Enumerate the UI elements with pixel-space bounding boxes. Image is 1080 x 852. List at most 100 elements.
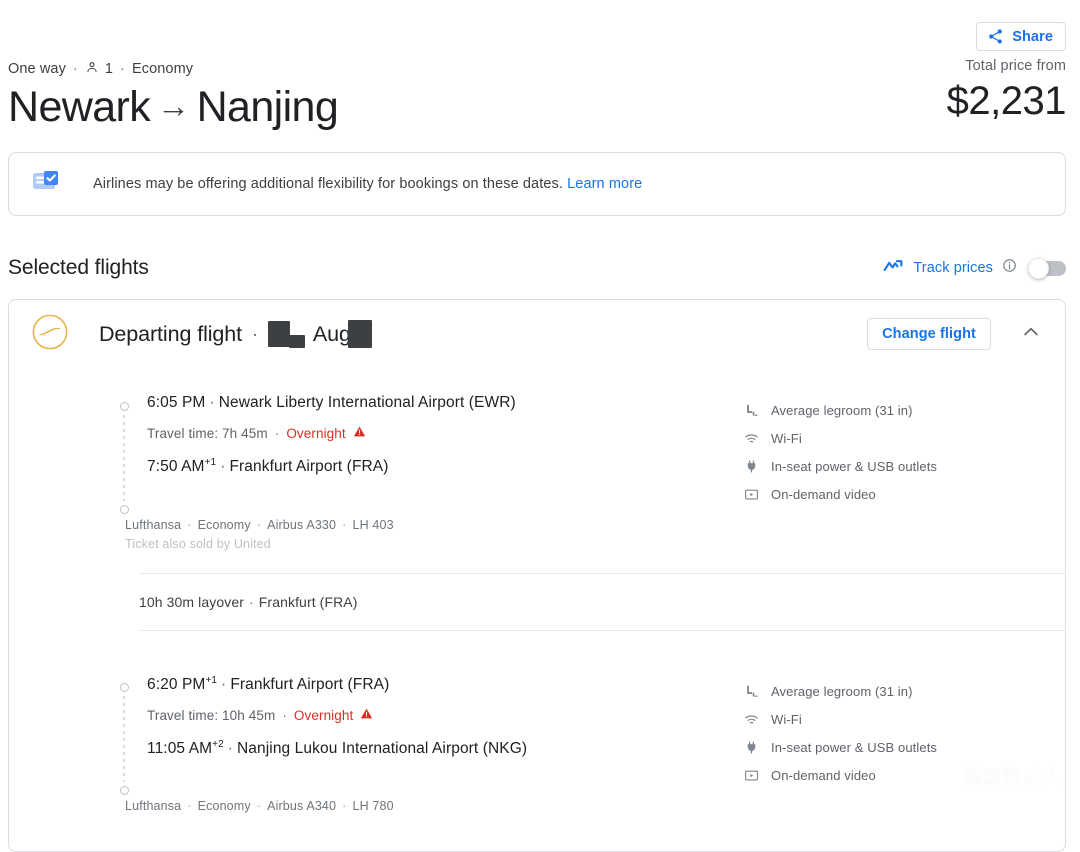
segment-body: 6:20 PM+1 · Frankfurt Airport (FRA) Travel…	[135, 675, 743, 795]
lufthansa-crane-logo	[31, 313, 69, 356]
wifi-icon	[743, 431, 760, 446]
segment-amenities: Average legroom (31 in) Wi-Fi In-seat po…	[743, 675, 1043, 795]
segment-amenities: Average legroom (31 in) Wi-Fi In-seat po…	[743, 394, 1043, 514]
segment-subnote: Ticket also sold by United	[125, 537, 271, 551]
amenity-label: On-demand video	[771, 486, 876, 502]
timeline-line	[123, 696, 125, 782]
segment-departure: 6:20 PM+1 · Frankfurt Airport (FRA)	[147, 675, 390, 694]
change-flight-button[interactable]: Change flight	[867, 318, 991, 350]
timeline-dot-arrive	[119, 786, 129, 795]
arrival-time: 7:50 AM	[147, 458, 205, 476]
segment-timeline	[113, 675, 135, 795]
departing-flight-title: Departing flight · Aug	[99, 320, 372, 348]
departure-day-offset: +1	[205, 675, 218, 686]
amenity-wifi: Wi-Fi	[743, 711, 1043, 727]
segment-airline-info: Lufthansa · Economy · Airbus A340 · LH 780	[125, 799, 394, 813]
track-prices-toggle[interactable]	[1028, 257, 1066, 279]
origin-city: Newark	[8, 83, 151, 131]
flight-date-redacted: Aug	[267, 320, 372, 348]
layover-duration: 10h 30m layover	[139, 594, 245, 610]
share-button[interactable]: Share	[976, 22, 1066, 51]
ticket-check-icon	[31, 168, 65, 201]
segment-left: 6:05 PM · Newark Liberty International Air…	[31, 394, 743, 514]
amenity-label: In-seat power & USB outlets	[771, 739, 937, 755]
wifi-icon	[743, 712, 760, 727]
flexibility-banner-text: Airlines may be offering additional flex…	[93, 176, 642, 192]
departure-time: 6:20 PM	[147, 676, 206, 694]
segment-left: 6:20 PM+1 · Frankfurt Airport (FRA) Travel…	[31, 675, 743, 795]
layover-location: Frankfurt (FRA)	[258, 594, 358, 610]
toggle-knob	[1028, 257, 1049, 279]
trip-type-label: One way	[8, 61, 66, 77]
travel-time: Travel time: 7h 45m	[147, 425, 268, 441]
amenity-label: Average legroom (31 in)	[771, 683, 913, 699]
flight-segment: 6:05 PM · Newark Liberty International Air…	[9, 350, 1065, 514]
amenity-video: On-demand video	[743, 486, 1043, 502]
travel-separator: ·	[282, 707, 287, 723]
title-separator: ·	[252, 323, 258, 344]
flight-card-header-actions: Change flight	[867, 318, 1049, 350]
info-icon[interactable]	[1002, 258, 1017, 278]
arrival-time: 11:05 AM	[147, 740, 213, 758]
arrival-day-offset: +2	[212, 739, 224, 751]
passenger-count: 1	[104, 61, 114, 77]
airline-name: Lufthansa	[125, 518, 182, 532]
chevron-up-icon[interactable]	[1021, 322, 1049, 347]
warning-triangle-icon	[360, 707, 373, 723]
arrival-airport: Frankfurt Airport (FRA)	[229, 458, 389, 476]
timeline-line	[123, 415, 125, 501]
video-screen-icon	[743, 487, 760, 502]
aircraft-type: Airbus A340	[267, 799, 337, 813]
learn-more-link[interactable]: Learn more	[567, 176, 642, 192]
destination-city: Nanjing	[196, 83, 339, 131]
person-icon	[85, 60, 99, 78]
selected-flights-title: Selected flights	[8, 256, 149, 279]
trip-header: One way · 1 · Economy Newark → Nanjing Tot…	[8, 58, 1067, 133]
amenity-label: In-seat power & USB outlets	[771, 458, 937, 474]
departure-time: 6:05 PM	[147, 394, 206, 411]
video-screen-icon	[743, 768, 760, 783]
segment-body: 6:05 PM · Newark Liberty International Air…	[135, 394, 743, 514]
power-plug-icon	[743, 740, 760, 755]
travel-time: Travel time: 10h 45m	[147, 707, 276, 723]
segment-arrival: 7:50 AM+1 · Frankfurt Airport (FRA)	[147, 457, 389, 476]
timeline-dot-depart	[119, 402, 129, 411]
departure-airport: Frankfurt Airport (FRA)	[230, 676, 390, 694]
power-plug-icon	[743, 459, 760, 474]
flight-number: LH 403	[352, 518, 394, 532]
timeline-dot-arrive	[119, 505, 129, 514]
share-icon	[987, 28, 1004, 45]
amenity-power: In-seat power & USB outlets	[743, 739, 1043, 755]
flight-card-header: Departing flight · Aug Change flight	[9, 300, 1065, 350]
track-prices-label[interactable]: Track prices	[913, 260, 993, 276]
airline-cabin: Economy	[197, 799, 251, 813]
arrival-day-offset: +1	[204, 457, 217, 469]
amenity-video: On-demand video	[743, 767, 1043, 783]
airline-cabin: Economy	[197, 518, 251, 532]
travel-separator: ·	[274, 425, 280, 441]
flight-segment: 6:20 PM+1 · Frankfurt Airport (FRA) Travel…	[9, 631, 1065, 795]
amenity-legroom: Average legroom (31 in)	[743, 402, 1043, 418]
meta-separator-2: ·	[120, 61, 125, 77]
selected-flight-card: Departing flight · Aug Change flight 6:0…	[8, 299, 1066, 852]
redaction-block-3	[347, 320, 372, 348]
redaction-block-1	[267, 321, 290, 347]
amenity-legroom: Average legroom (31 in)	[743, 683, 1043, 699]
overnight-label: Overnight	[293, 707, 354, 723]
departure-airport: Newark Liberty International Airport (EW…	[218, 394, 516, 411]
amenity-wifi: Wi-Fi	[743, 430, 1043, 446]
amenity-label: Wi-Fi	[771, 430, 802, 446]
segment-departure: 6:05 PM · Newark Liberty International Air…	[147, 394, 516, 411]
timeline-dot-depart	[119, 683, 129, 692]
meta-separator-1: ·	[72, 61, 78, 77]
flexibility-message: Airlines may be offering additional flex…	[93, 176, 563, 192]
layover-info: 10h 30m layover · Frankfurt (FRA)	[9, 574, 1065, 630]
layover-separator: ·	[249, 594, 254, 610]
amenity-label: On-demand video	[771, 767, 876, 783]
total-price-value: $2,231	[946, 79, 1067, 123]
amenity-label: Average legroom (31 in)	[771, 402, 913, 418]
amenity-label: Wi-Fi	[771, 711, 802, 727]
overnight-label: Overnight	[286, 425, 346, 441]
route-arrow-icon: →	[157, 87, 190, 124]
segment-travel-info: Travel time: 10h 45m · Overnight	[147, 707, 743, 723]
